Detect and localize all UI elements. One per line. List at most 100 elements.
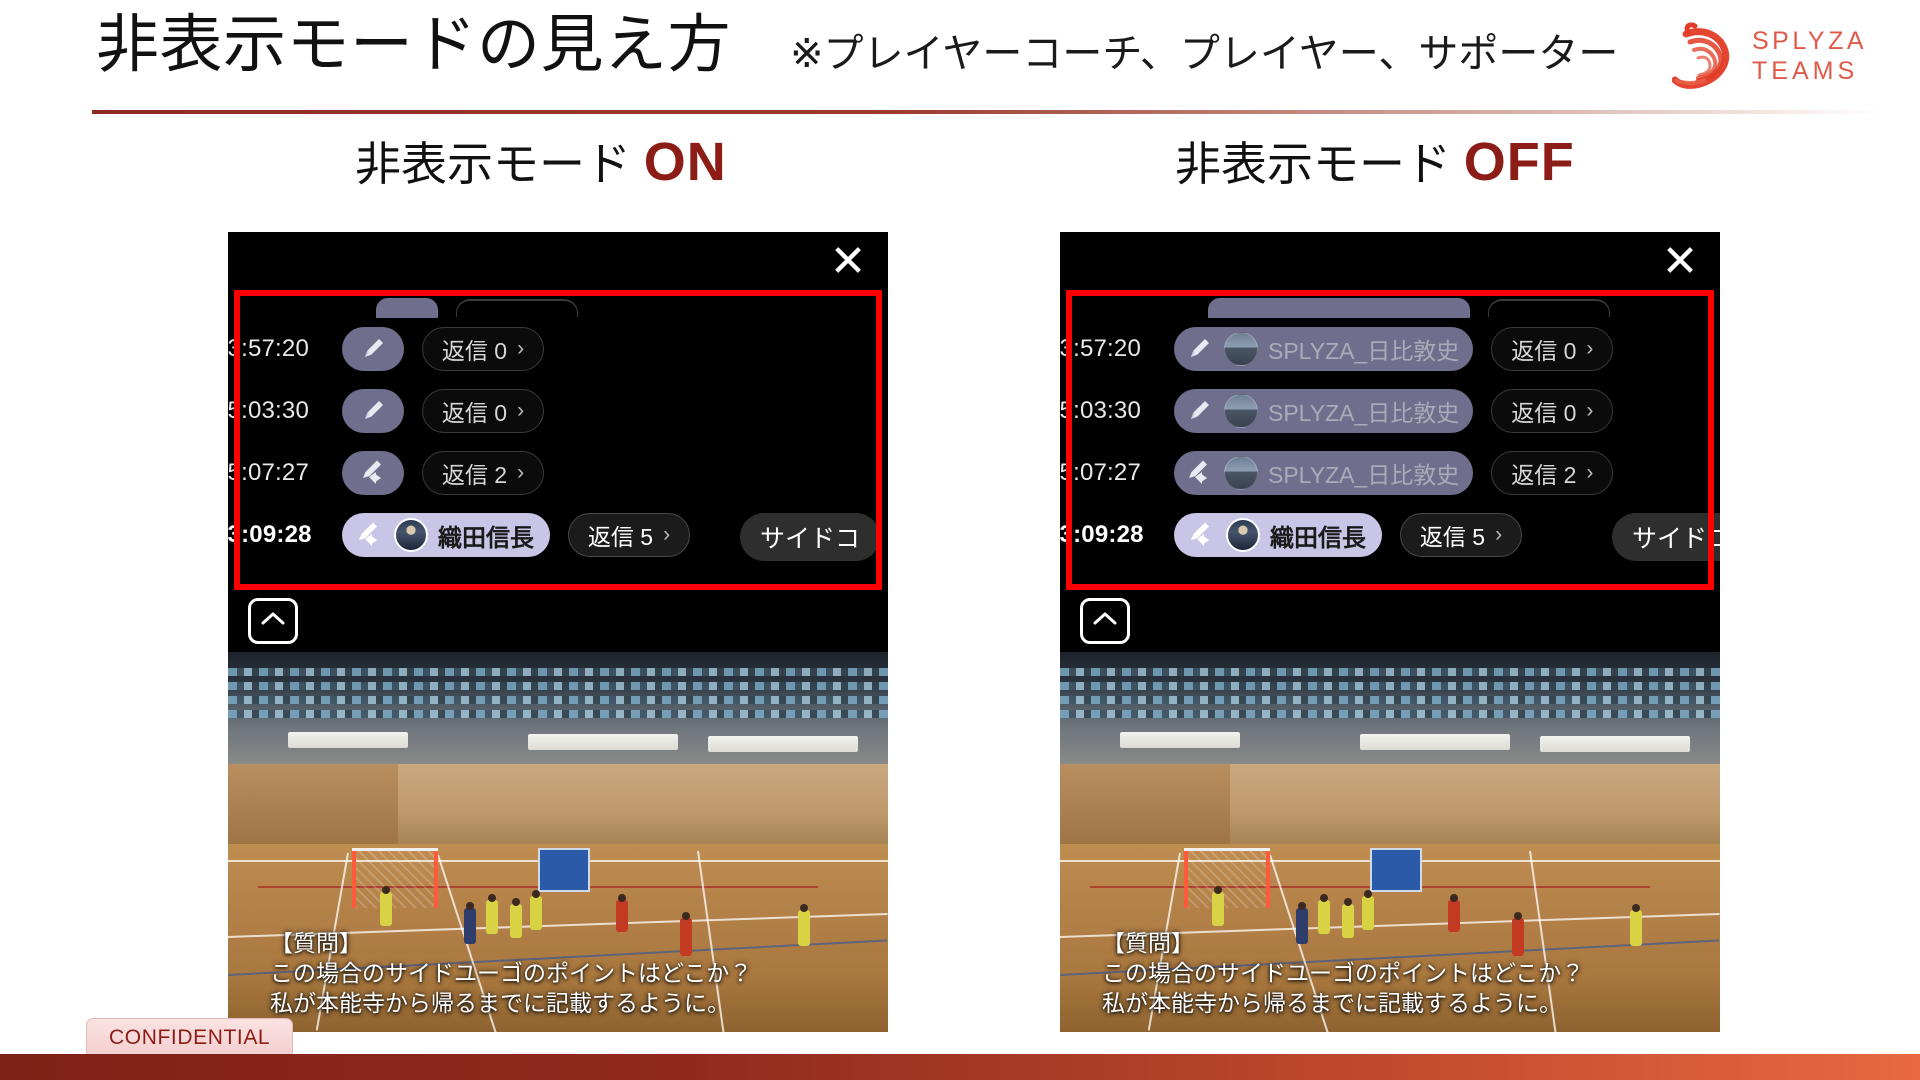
equipment-box	[538, 848, 590, 892]
author-chip[interactable]	[342, 451, 404, 495]
comment-overlay-off: ✕ 03:57:20	[1060, 232, 1720, 592]
caption-line-1: 【質問】	[1102, 930, 1194, 956]
table-row[interactable]: 13:09:28 織田信長 返信 5 ›	[1060, 504, 1720, 566]
reply-count-pill[interactable]: 返信 0 ›	[422, 327, 544, 371]
table-row[interactable]: 05:03:30 SPLYZA_日比敦史 返信 0 ›	[1060, 380, 1720, 442]
caption-line-1: 【質問】	[270, 930, 362, 956]
reply-count-pill[interactable]: 返信 0 ›	[422, 389, 544, 433]
player-head	[488, 894, 496, 902]
author-chip[interactable]: 織田信長	[342, 513, 550, 557]
reply-count-pill[interactable]: 返信 0 ›	[1491, 389, 1614, 433]
author-chip[interactable]	[342, 389, 404, 433]
caption-line-2: この場合のサイドユーゴのポイントはどこか？	[1102, 960, 1585, 986]
pencil-icon	[356, 332, 390, 366]
player-head	[466, 902, 474, 910]
comment-list-off: 03:57:20 SPLYZA_日比敦史 返信 0 ›	[1060, 296, 1720, 586]
screenshot-panel-hidden-mode-on: ✕ 03:57:20	[228, 232, 888, 1032]
goal-post	[1266, 851, 1270, 908]
wall-banner	[1540, 736, 1690, 752]
avatar	[394, 518, 428, 552]
chevron-right-icon: ›	[517, 461, 525, 484]
author-name: SPLYZA_日比敦史	[1268, 400, 1460, 426]
player-head	[1298, 902, 1306, 910]
comment-timestamp: 05:07:27	[1060, 459, 1142, 486]
author-chip[interactable]: SPLYZA_日比敦史	[1174, 451, 1474, 495]
column-heading-off: 非表示モード OFF	[1175, 133, 1575, 193]
seat-row	[228, 696, 888, 704]
author-chip-partial	[1208, 298, 1470, 318]
author-chip[interactable]: 織田信長	[1174, 513, 1382, 557]
reply-count-pill[interactable]: 返信 5 ›	[568, 513, 690, 557]
video-still-on[interactable]: 【質問】 この場合のサイドユーゴのポイントはどこか？ 私が本能寺から帰るまでに記…	[228, 652, 888, 1032]
wall-banner	[1360, 734, 1510, 750]
seat-row	[228, 710, 888, 718]
avatar	[1224, 332, 1258, 366]
reply-count-label: 返信 2	[1511, 462, 1577, 488]
avatar	[1224, 394, 1258, 428]
splyza-teams-logo: SPLYZA TEAMS	[1671, 18, 1902, 96]
confidential-badge: CONFIDENTIAL	[86, 1018, 294, 1058]
reply-count-pill[interactable]: 返信 2 ›	[1491, 451, 1614, 495]
reply-count-label: 返信 0	[441, 338, 508, 364]
author-name: SPLYZA_日比敦史	[1268, 338, 1460, 364]
screenshot-panel-hidden-mode-off: ✕ 03:57:20	[1060, 232, 1720, 1032]
reply-count-label: 返信 2	[441, 462, 508, 488]
handball-goal	[352, 848, 438, 908]
column-heading-off-state: OFF	[1463, 132, 1575, 192]
seat-row	[1060, 682, 1720, 690]
reply-pill-partial	[1488, 299, 1610, 317]
caption-line-3: 私が本能寺から帰るまでに記載するように。	[1102, 990, 1562, 1016]
comment-timestamp: 03:57:20	[228, 335, 310, 362]
slide-root: 非表示モードの見え方 ※プレイヤーコーチ、プレイヤー、サポーター SPLYZA	[0, 0, 1920, 1080]
author-chip[interactable]: SPLYZA_日比敦史	[1174, 327, 1474, 371]
seat-row	[1060, 668, 1720, 676]
reply-count-label: 返信 0	[441, 400, 508, 426]
comment-timestamp: 05:03:30	[1060, 397, 1142, 424]
pencil-icon	[1182, 394, 1216, 428]
logo-line-2: TEAMS	[1752, 57, 1859, 85]
caption-line-2: この場合のサイドユーゴのポイントはどこか？	[270, 960, 753, 986]
reply-count-pill[interactable]: 返信 0 ›	[1491, 327, 1614, 371]
collapse-panel-button[interactable]	[1080, 598, 1130, 644]
footer-bar	[0, 1054, 1920, 1080]
page-title: 非表示モードの見え方	[96, 10, 731, 80]
table-row[interactable]: 05:07:27 返信 2 ›	[228, 442, 888, 504]
seat-row	[228, 668, 888, 676]
header-divider	[92, 110, 1882, 114]
chevron-right-icon: ›	[1586, 461, 1594, 484]
wall-banner	[288, 732, 408, 748]
player-head	[1514, 912, 1522, 920]
author-chip[interactable]: SPLYZA_日比敦史	[1174, 389, 1474, 433]
player-head	[1320, 894, 1328, 902]
side-coach-pill[interactable]: サイドコ	[1612, 513, 1720, 561]
close-icon[interactable]: ✕	[826, 240, 870, 284]
table-row[interactable]: 03:57:20 返信 0 ›	[228, 318, 888, 380]
close-icon[interactable]: ✕	[1658, 240, 1702, 284]
table-row[interactable]: 05:03:30 返信 0 ›	[228, 380, 888, 442]
table-row[interactable]: 13:09:28 織田信長 返信 5 ›	[228, 504, 888, 566]
player-head	[1364, 890, 1372, 898]
video-still-off[interactable]: 【質問】 この場合のサイドユーゴのポイントはどこか？ 私が本能寺から帰るまでに記…	[1060, 652, 1720, 1032]
collapse-panel-button[interactable]	[248, 598, 298, 644]
table-row[interactable]: 03:57:20 SPLYZA_日比敦史 返信 0 ›	[1060, 318, 1720, 380]
avatar	[1224, 456, 1258, 490]
comment-timestamp: 03:57:20	[1060, 335, 1142, 362]
chevron-right-icon: ›	[1586, 337, 1594, 360]
author-chip[interactable]	[342, 327, 404, 371]
wall-banner	[528, 734, 678, 750]
table-row[interactable]: 05:07:27 SPLYZA_日比敦史 返信 2 ›	[1060, 442, 1720, 504]
phoenix-logo-icon	[1671, 22, 1744, 92]
seat-row	[228, 682, 888, 690]
reply-count-pill[interactable]: 返信 2 ›	[422, 451, 544, 495]
reply-count-pill[interactable]: 返信 5 ›	[1400, 513, 1522, 557]
player	[380, 886, 392, 926]
reply-count-label: 返信 5	[587, 524, 654, 550]
page-subtitle: ※プレイヤーコーチ、プレイヤー、サポーター	[790, 32, 1619, 76]
player-head	[1344, 898, 1352, 906]
author-name: SPLYZA_日比敦史	[1268, 462, 1460, 488]
player-head	[800, 904, 808, 912]
side-coach-pill[interactable]: サイドコ	[740, 513, 881, 561]
pencil-icon	[356, 394, 390, 428]
video-caption: 【質問】 この場合のサイドユーゴのポイントはどこか？ 私が本能寺から帰るまでに記…	[1060, 922, 1720, 1026]
comment-row-partial	[1060, 296, 1720, 320]
